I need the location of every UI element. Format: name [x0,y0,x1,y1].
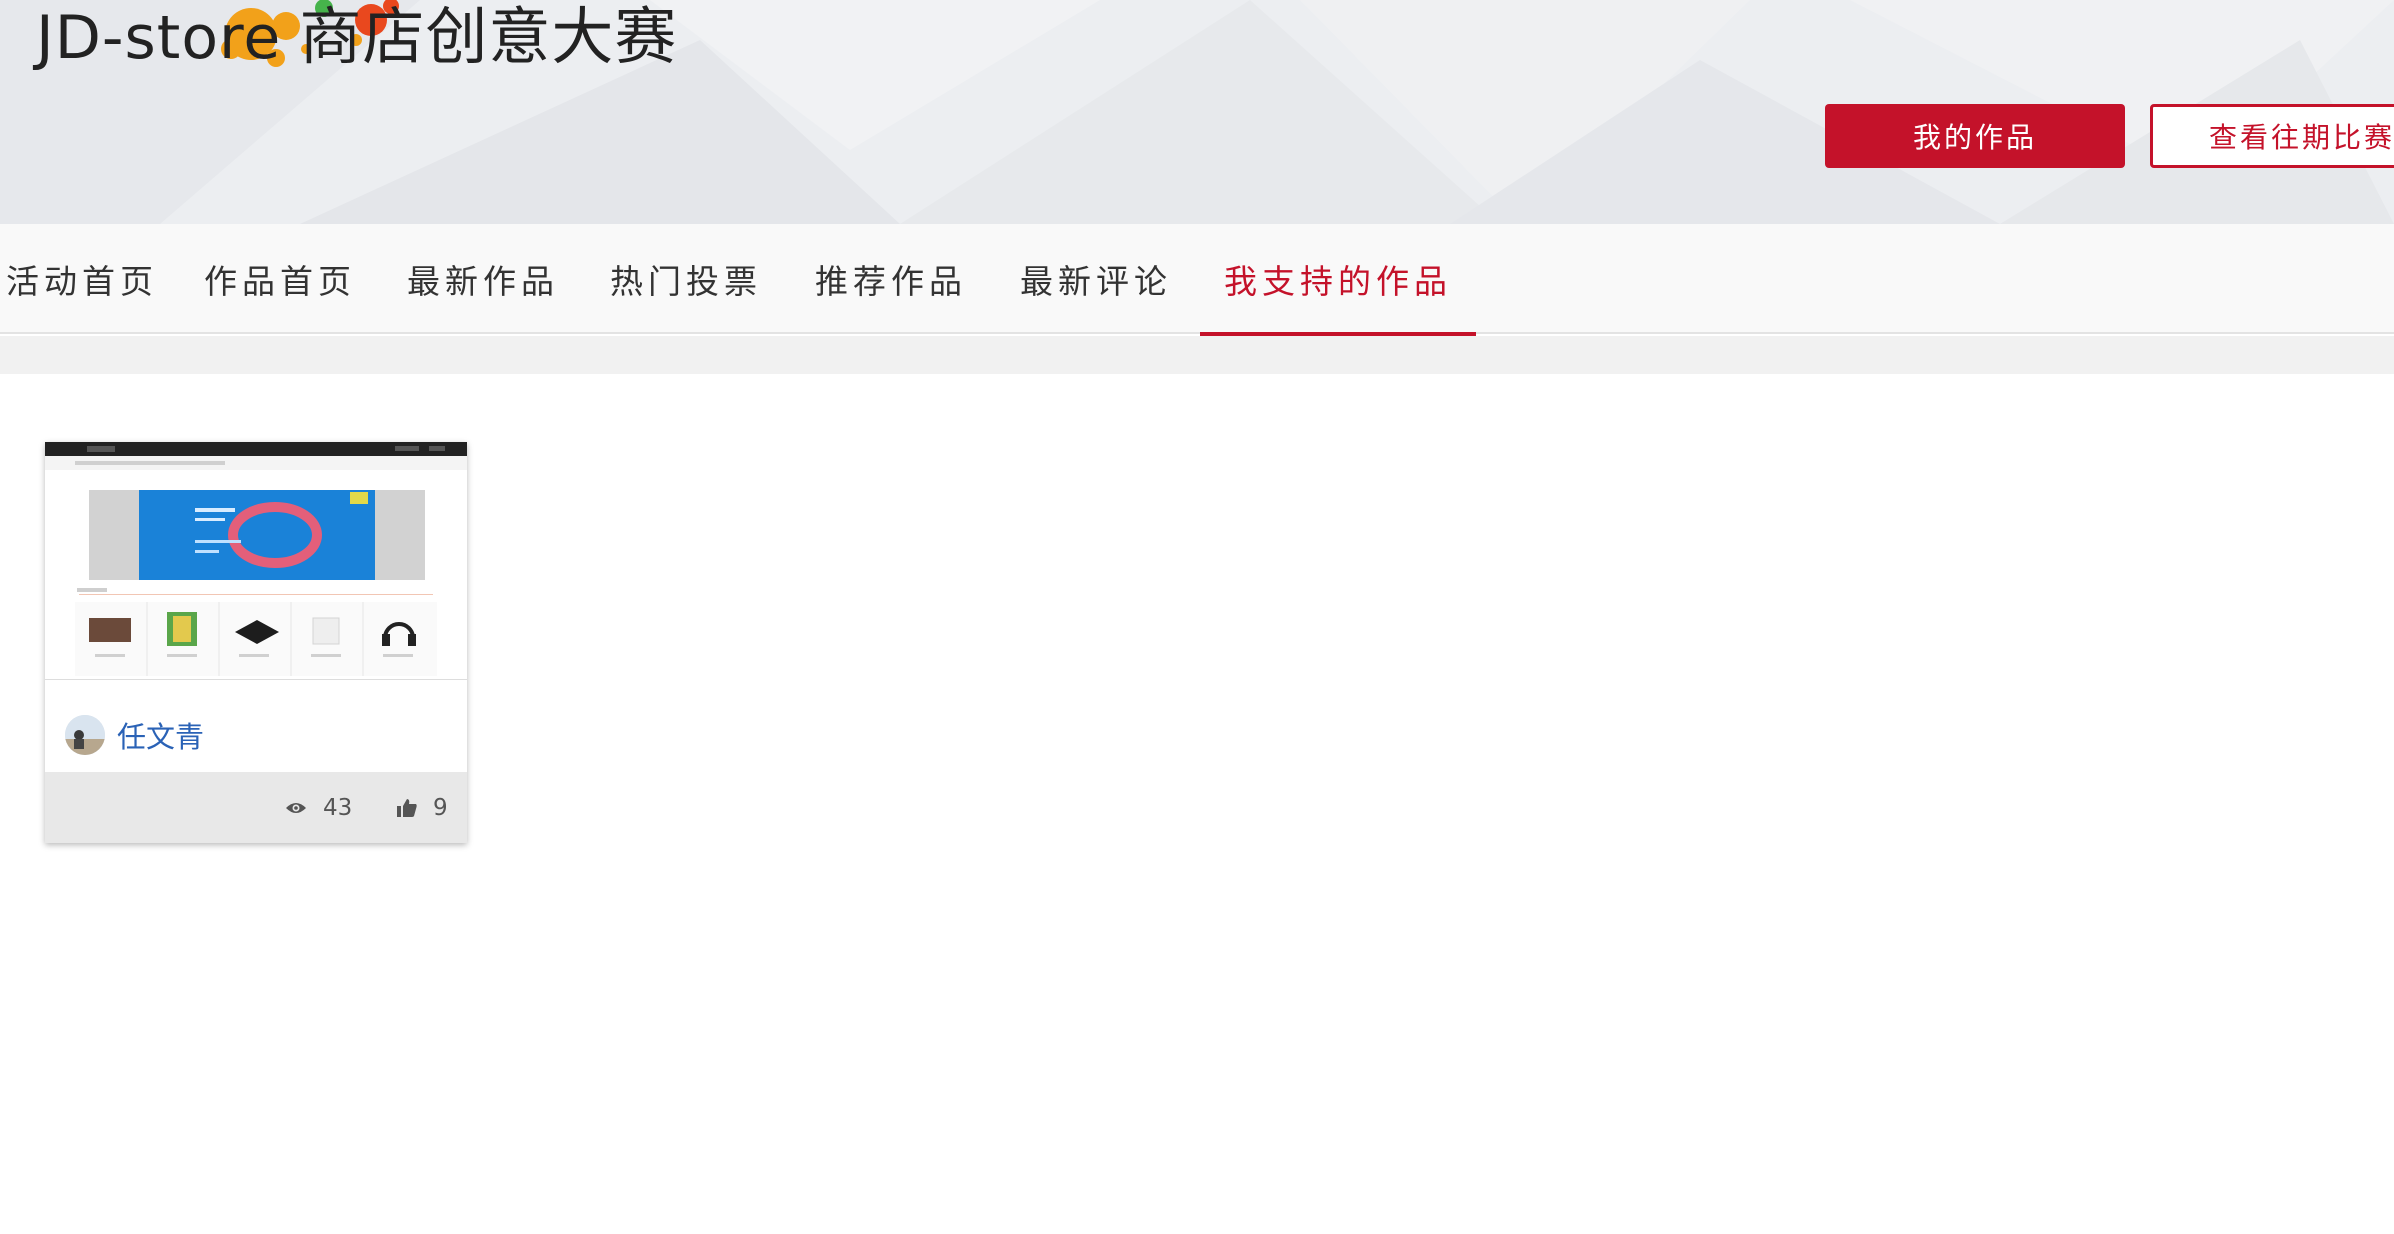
likes-stat[interactable]: 9 [397,772,448,843]
likes-count: 9 [433,794,448,821]
eye-icon [286,802,306,813]
work-card[interactable]: 任文青 43 9 [45,442,467,843]
work-thumbnail[interactable] [45,442,467,680]
logo-prefix: JD-store [36,3,282,73]
header-banner: JD-store 商店创意大赛 我的作品 查看往期比赛 [0,0,2394,224]
main-nav: 活动首页 作品首页 最新作品 热门投票 推荐作品 最新评论 我支持的作品 [0,224,2394,336]
author-info: 任文青 [65,714,204,756]
logo-suffix: 商店创意大赛 [299,0,678,73]
nav-recommended-works[interactable]: 推荐作品 [806,224,976,334]
nav-latest-works[interactable]: 最新作品 [398,224,568,334]
avatar[interactable] [65,715,105,755]
views-count: 43 [323,794,353,821]
store-page-screenshot [45,442,467,679]
nav-activity-home[interactable]: 活动首页 [0,224,153,334]
nav-my-supported-works[interactable]: 我支持的作品 [1200,224,1476,336]
nav-latest-comments[interactable]: 最新评论 [1011,224,1181,334]
nav-hot-votes[interactable]: 热门投票 [601,224,771,334]
thumbs-up-icon[interactable] [397,798,417,817]
logo-text: JD-store 商店创意大赛 [36,0,677,76]
nav-separator-strip [0,336,2394,374]
my-works-button[interactable]: 我的作品 [1825,104,2125,168]
work-stats: 43 9 [45,772,467,843]
past-contests-button[interactable]: 查看往期比赛 [2150,104,2394,168]
author-name-link[interactable]: 任文青 [117,714,204,756]
nav-works-home[interactable]: 作品首页 [195,224,365,334]
logo[interactable]: JD-store 商店创意大赛 [36,0,677,86]
views-stat: 43 [285,772,352,843]
